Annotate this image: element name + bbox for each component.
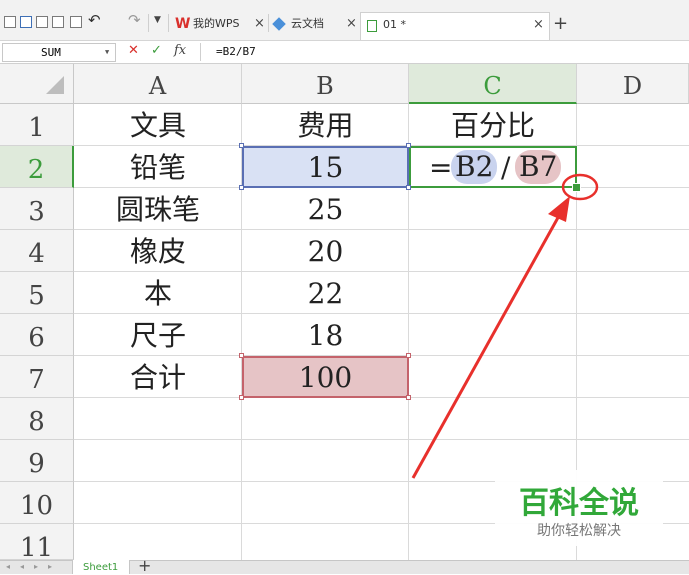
sheet-tab-label: Sheet1	[83, 562, 119, 573]
watermark-subtitle: 助你轻松解决	[537, 523, 621, 539]
sheet-nav-prev-icon[interactable]: ◂	[20, 562, 24, 571]
arrow-shaft	[411, 213, 562, 479]
sheet-tab-bar: ◂ ◂ ▸ ▸ Sheet1 +	[0, 556, 689, 575]
sheet-nav-last-icon[interactable]: ▸	[48, 562, 52, 571]
highlight-circle	[561, 173, 599, 201]
sheet-tab-active[interactable]: Sheet1	[72, 560, 130, 574]
watermark: 百科全说 助你轻松解决	[495, 470, 663, 546]
sheet-nav-next-icon[interactable]: ▸	[34, 562, 38, 571]
arrow-head	[548, 196, 570, 222]
sheet-nav-first-icon[interactable]: ◂	[6, 562, 10, 571]
watermark-title: 百科全说	[519, 486, 639, 521]
add-sheet-button[interactable]: +	[138, 556, 151, 575]
